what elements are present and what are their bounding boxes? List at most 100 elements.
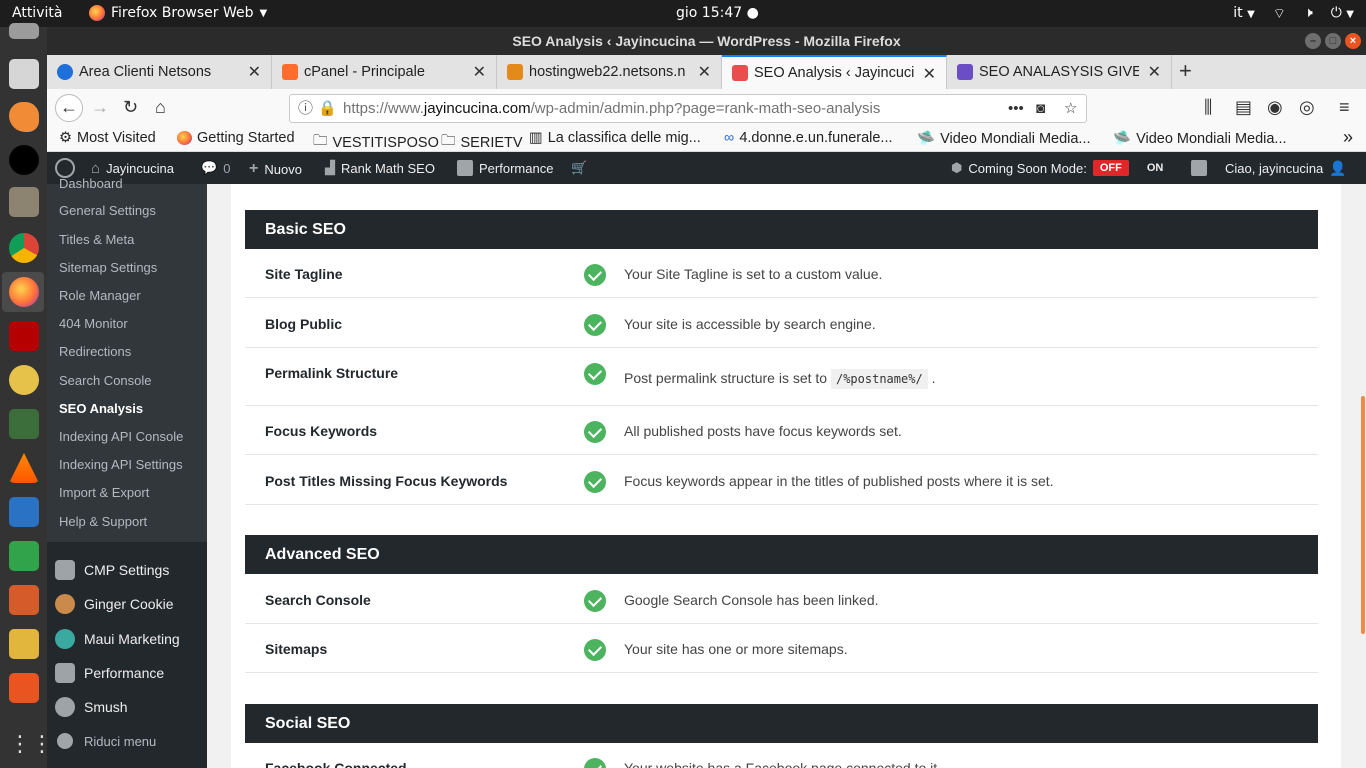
bookmark-4-donne[interactable]: ∞ 4.donne.e.un.funerale... (724, 130, 893, 146)
tab-area-clienti[interactable]: Area Clienti Netsons ✕ (47, 55, 272, 89)
submenu-dashboard[interactable]: Dashboard (59, 176, 123, 191)
pocket-icon[interactable]: ◙ (1036, 95, 1045, 122)
submenu-indexing-api-settings[interactable]: Indexing API Settings (59, 457, 183, 472)
menu-collapse[interactable]: Riduci menu (55, 733, 156, 749)
tab-seo-analasysis[interactable]: SEO ANALASYSIS GIVE M ✕ (947, 55, 1172, 89)
close-window-button[interactable]: × (1345, 33, 1361, 49)
calculator-icon[interactable] (9, 59, 39, 89)
clock[interactable]: gio 15:47 ● (676, 5, 759, 21)
submenu-seo-analysis[interactable]: SEO Analysis (59, 401, 143, 416)
seo-analysis-panel: Basic SEO Site Tagline Your Site Tagline… (231, 184, 1341, 768)
extension-icon[interactable]: ◎ (1299, 97, 1315, 118)
firefox-dock-icon[interactable] (9, 277, 39, 307)
submenu-search-console[interactable]: Search Console (59, 373, 152, 388)
info-icon[interactable]: ⓘ (298, 95, 313, 122)
sidebar-toggle-icon[interactable]: ▤ (1235, 97, 1252, 118)
adminbar-coming-soon[interactable]: ⬢ Coming Soon Mode: OFF ON (951, 160, 1163, 176)
scrollbar-thumb[interactable] (1361, 396, 1365, 634)
chrome-icon[interactable] (9, 233, 39, 263)
wordpress-logo-icon[interactable] (55, 158, 75, 178)
application-dock: ⋮⋮ (0, 23, 53, 768)
cpanel-whm-favicon-icon (507, 64, 523, 80)
impress-icon[interactable] (9, 585, 39, 615)
files-icon[interactable] (9, 23, 39, 39)
hamburger-menu-icon[interactable]: ≡ (1339, 97, 1350, 118)
library-icon[interactable]: ⫼ (1204, 97, 1212, 118)
submenu-general-settings[interactable]: General Settings (59, 203, 156, 218)
software-center-icon[interactable] (9, 673, 39, 703)
adminbar-rank-math[interactable]: ▟ Rank Math SEO (325, 160, 435, 176)
menu-maui-marketing[interactable]: Maui Marketing (55, 629, 180, 649)
gimp-icon[interactable] (9, 187, 39, 217)
activities-button[interactable]: Attività (12, 5, 62, 21)
bookmark-getting-started[interactable]: Getting Started (177, 130, 295, 146)
coming-soon-off-toggle[interactable]: OFF (1092, 160, 1129, 176)
reload-button[interactable]: ↻ (123, 97, 138, 118)
menu-ginger-cookie[interactable]: Ginger Cookie (55, 594, 174, 614)
adminbar-account[interactable]: Ciao, jayincucina 👤 (1225, 160, 1347, 177)
adminbar-notification[interactable] (1191, 160, 1207, 176)
cube-icon (55, 560, 75, 580)
extension-globe-icon[interactable]: ◉ (1267, 97, 1283, 118)
power-icon[interactable]: ⏻ ▼ (1331, 5, 1354, 23)
adminbar-woocommerce[interactable]: 🛒 (571, 160, 587, 176)
notes-icon[interactable] (9, 629, 39, 659)
url-bar[interactable]: ⓘ 🔒 https://www.jayincucina.com/wp-admin… (289, 94, 1087, 123)
submenu-help-support[interactable]: Help & Support (59, 514, 147, 529)
bookmarks-toolbar: ⚙ Most Visited Getting Started 🗀 VESTITISP… (47, 127, 1366, 152)
inkscape-icon[interactable] (9, 145, 39, 175)
orange-app-icon[interactable] (9, 102, 39, 132)
calc-icon[interactable] (9, 541, 39, 571)
submenu-import-export[interactable]: Import & Export (59, 485, 149, 500)
tab-hostingweb[interactable]: hostingweb22.netsons.n ✕ (497, 55, 722, 89)
teapot-icon[interactable] (9, 365, 39, 395)
bookmark-classifica[interactable]: ▥ La classifica delle mig... (529, 130, 701, 146)
link-icon: ∞ (724, 130, 735, 146)
tab-cpanel[interactable]: cPanel - Principale ✕ (272, 55, 497, 89)
bookmark-star-icon[interactable]: ☆ (1064, 95, 1077, 122)
language-indicator[interactable]: it ▼ (1233, 5, 1255, 23)
bookmark-video-mondiali-1[interactable]: 🛸 Video Mondiali Media... (917, 130, 1091, 148)
submenu-indexing-api-console[interactable]: Indexing API Console (59, 429, 183, 444)
minimize-button[interactable]: – (1305, 33, 1321, 49)
network-icon[interactable]: ⌔ (1273, 5, 1286, 23)
bookmarks-overflow-icon[interactable]: » (1343, 127, 1353, 148)
adminbar-comments[interactable]: 💬 0 (201, 160, 230, 176)
close-tab-icon[interactable]: ✕ (473, 62, 486, 82)
maximize-button[interactable]: □ (1325, 33, 1341, 49)
submenu-titles-meta[interactable]: Titles & Meta (59, 232, 134, 247)
submenu-404-monitor[interactable]: 404 Monitor (59, 316, 128, 331)
menu-smush[interactable]: Smush (55, 697, 128, 717)
page-actions-icon[interactable]: ••• (1008, 95, 1024, 122)
close-tab-icon[interactable]: ✕ (923, 64, 936, 84)
bookmark-video-mondiali-2[interactable]: 🛸 Video Mondiali Media... (1113, 130, 1287, 148)
submenu-role-manager[interactable]: Role Manager (59, 288, 141, 303)
app-menu[interactable]: Firefox Browser Web ▼ (89, 5, 267, 21)
menu-performance[interactable]: Performance (55, 663, 164, 683)
vlc-icon[interactable] (9, 453, 39, 483)
system-tray[interactable]: it ▼ ⌔ 🕨 ⏻ ▼ (1233, 5, 1354, 23)
submenu-redirections[interactable]: Redirections (59, 344, 131, 359)
home-button[interactable]: ⌂ (155, 97, 166, 118)
writer-icon[interactable] (9, 497, 39, 527)
close-tab-icon[interactable]: ✕ (248, 62, 261, 82)
page-scrollbar[interactable] (1359, 184, 1366, 768)
forward-button[interactable]: → (91, 97, 109, 118)
filezilla-icon[interactable] (9, 321, 39, 351)
adminbar-new[interactable]: + Nuovo (249, 160, 302, 178)
adminbar-performance[interactable]: Performance (457, 160, 553, 176)
submenu-sitemap-settings[interactable]: Sitemap Settings (59, 260, 157, 275)
adminbar-site[interactable]: ⌂ Jayincucina (91, 160, 174, 177)
drawing-app-icon[interactable] (9, 409, 39, 439)
bookmark-most-visited[interactable]: ⚙ Most Visited (59, 130, 156, 146)
coming-soon-on-label[interactable]: ON (1147, 162, 1164, 174)
back-button[interactable]: ← (55, 94, 83, 122)
volume-icon[interactable]: 🕨 (1304, 5, 1313, 23)
new-tab-button[interactable]: + (1179, 58, 1192, 84)
apps-grid-icon[interactable]: ⋮⋮ (9, 729, 53, 759)
close-tab-icon[interactable]: ✕ (1148, 62, 1161, 82)
section-basic-seo-header: Basic SEO (245, 210, 1318, 249)
close-tab-icon[interactable]: ✕ (698, 62, 711, 82)
menu-cmp-settings[interactable]: CMP Settings (55, 560, 169, 580)
tab-seo-analysis[interactable]: SEO Analysis ‹ Jayincucin ✕ (722, 55, 947, 89)
